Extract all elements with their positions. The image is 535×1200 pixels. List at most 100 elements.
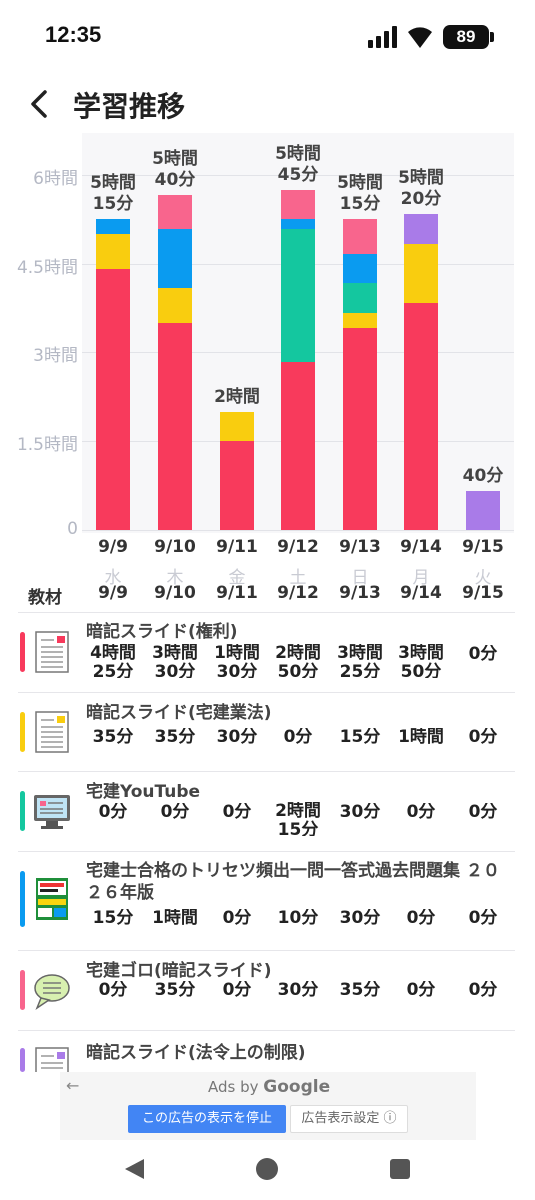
bar-segment [343, 219, 377, 254]
bar-segment [220, 441, 254, 530]
time-cell-line: 0分 [468, 981, 498, 1000]
time-cell: 35分 [82, 728, 144, 750]
signal-icon [368, 26, 397, 48]
time-cell-line: 0分 [283, 728, 313, 747]
time-cell: 30分 [206, 728, 268, 750]
time-cell: 0分 [390, 803, 452, 825]
time-cell: 0分 [452, 981, 514, 1003]
time-cell-line: 0分 [468, 803, 498, 822]
time-cell-line: 35分 [154, 728, 196, 747]
y-tick-label: 3時間 [33, 346, 78, 367]
time-cell-line: 30分 [216, 662, 258, 679]
material-color-bar [20, 1048, 25, 1072]
bar-segment [404, 214, 438, 244]
material-title: 宅建YouTube [86, 782, 201, 802]
bar-segment [404, 303, 438, 530]
x-tick-label: 9/9 [98, 537, 128, 557]
time-cell: 0分 [144, 803, 206, 825]
table-header-date: 9/15 [462, 583, 504, 603]
battery-indicator: 89 [443, 25, 489, 49]
bar-total-label: 5時間 20分 [386, 168, 456, 210]
time-cell-line: 15分 [92, 909, 134, 928]
book-cover-icon [33, 877, 71, 921]
time-cell-line: 30分 [154, 662, 196, 679]
ad-stop-button[interactable]: この広告の表示を停止 [128, 1105, 286, 1133]
time-cell-line: 1時間 [152, 909, 198, 928]
nav-recent-icon[interactable] [390, 1159, 410, 1179]
x-tick-label: 9/12 [277, 537, 319, 557]
bar-segment [158, 322, 192, 530]
time-cell: 0分 [206, 803, 268, 825]
nav-home-icon[interactable] [256, 1158, 278, 1180]
ad-banner: ← Ads by Google この広告の表示を停止 広告表示設定 ⓘ [0, 1072, 535, 1140]
ad-attribution: Ads by Google [208, 1077, 330, 1097]
time-cell-line: 0分 [98, 803, 128, 822]
page-title: 学習推移 [73, 90, 186, 123]
bar-segment [281, 189, 315, 220]
time-cell: 15分 [82, 909, 144, 931]
time-cell: 30分 [329, 803, 391, 825]
bar-total-label: 5時間 40分 [140, 149, 210, 191]
bar-total-label: 5時間 15分 [78, 173, 148, 215]
time-cell: 0分 [206, 909, 268, 931]
material-row[interactable]: 宅建ゴロ(暗記スライド) 0分 35分 0分 30分 35分 0分 0分 [0, 950, 535, 1030]
material-title: 宅建ゴロ(暗記スライド) [86, 961, 272, 981]
time-cell-line: 25分 [339, 662, 381, 679]
material-title: 暗記スライド(権利) [86, 622, 238, 642]
time-cell: 35分 [144, 981, 206, 1003]
table-header-date: 9/13 [339, 583, 381, 603]
material-color-bar [20, 791, 25, 831]
time-cell-line: 0分 [222, 909, 252, 928]
status-time: 12:35 [45, 22, 102, 47]
bar-segment [281, 362, 315, 530]
time-cell-line: 0分 [468, 728, 498, 747]
time-cell: 0分 [452, 909, 514, 931]
time-cell-line: 3時間 [152, 644, 198, 663]
time-cell: 1時間 [390, 728, 452, 750]
table-header-date: 9/10 [154, 583, 196, 603]
time-cell: 35分 [329, 981, 391, 1003]
bar-total-label-line: 5時間 [275, 143, 321, 164]
bar-total-label-line: 40分 [462, 465, 504, 486]
material-row[interactable]: 暗記スライド(宅建業法) 35分 35分 30分 0分 15分 1時間 0分 [0, 692, 535, 771]
material-title: 暗記スライド(法令上の制限) [86, 1043, 306, 1063]
ad-settings-button[interactable]: 広告表示設定 ⓘ [290, 1105, 408, 1133]
time-cell: 0分 [267, 728, 329, 750]
material-row[interactable]: 暗記スライド(権利) 4時間 25分 3時間 30分 1時間 30分 2時間 50分 3時間 25分… [0, 612, 535, 692]
study-chart: 0 1.5時間 3時間 4.5時間 6時間 5時間 15分 9/9 水 5時間 40分 9/10 木 2時… [0, 130, 535, 610]
time-cell: 0分 [82, 981, 144, 1003]
nav-back-icon[interactable] [122, 1157, 146, 1181]
material-row[interactable]: 宅建YouTube 0分 0分 0分 2時間 15分 30分 0分 0分 [0, 771, 535, 851]
material-color-bar [20, 632, 25, 672]
time-cell-line: 0分 [222, 981, 252, 1000]
time-cell-line: 30分 [339, 803, 381, 822]
bar-segment [96, 219, 130, 234]
material-row[interactable]: 宅建士合格のトリセツ頻出一問一答式過去問題集 ２０２６年版 15分 1時間 0分 10分… [0, 851, 535, 950]
bar-total-label-line: 45分 [277, 164, 319, 185]
bar-segment [343, 253, 377, 284]
time-cell: 3時間 30分 [144, 644, 206, 678]
time-cell-line: 50分 [277, 662, 319, 679]
bar-segment [466, 490, 500, 530]
system-nav-bar [0, 1140, 535, 1200]
material-row[interactable]: 暗記スライド(法令上の制限) [0, 1030, 535, 1089]
time-cell-line: 0分 [222, 803, 252, 822]
ad-back-icon[interactable]: ← [66, 1076, 79, 1095]
time-cell: 15分 [329, 728, 391, 750]
app-header: 学習推移 [0, 75, 535, 135]
material-title: 暗記スライド(宅建業法) [86, 703, 272, 723]
time-cell: 3時間 50分 [390, 644, 452, 678]
bar-total-label: 5時間 15分 [325, 173, 395, 215]
time-cell: 30分 [267, 981, 329, 1003]
wifi-icon [408, 27, 432, 48]
time-cell-line: 0分 [160, 803, 190, 822]
bar-segment [96, 234, 130, 269]
time-cell: 0分 [390, 981, 452, 1003]
time-cell-line: 4時間 [90, 644, 136, 663]
battery-tip [490, 32, 494, 42]
time-cell: 0分 [452, 645, 514, 667]
time-cell-line: 3時間 [337, 644, 383, 663]
back-arrow-icon[interactable] [28, 89, 50, 119]
time-cell-line: 15分 [277, 820, 319, 837]
gridline [82, 530, 514, 531]
